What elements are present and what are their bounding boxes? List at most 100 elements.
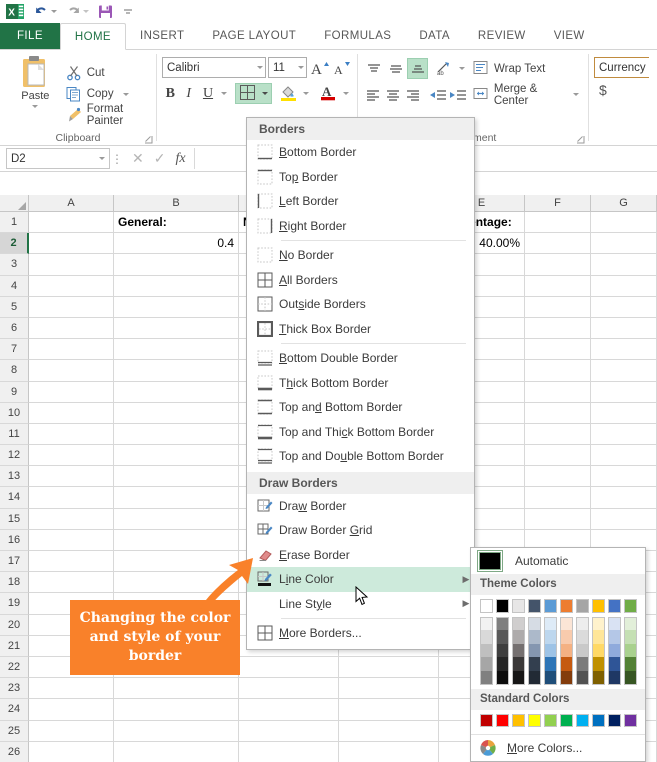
cell-A9[interactable] <box>29 381 114 403</box>
cell-A5[interactable] <box>29 296 114 318</box>
tab-file[interactable]: FILE <box>0 23 60 49</box>
cell-B2[interactable]: 0.4 <box>114 233 239 255</box>
select-all-corner[interactable] <box>0 195 29 211</box>
menu-item-top-and-double-bottom-border[interactable]: Top and Double Bottom Border <box>247 444 474 469</box>
name-box[interactable]: D2 <box>6 148 110 169</box>
theme-variant-swatch-0-8[interactable] <box>607 616 621 631</box>
theme-variant-swatch-4-1[interactable] <box>495 670 510 685</box>
theme-variant-swatch-0-7[interactable] <box>591 616 606 631</box>
cell-G12[interactable] <box>591 445 657 467</box>
standard-color-swatch-2[interactable] <box>511 713 526 728</box>
cell-F10[interactable] <box>525 402 591 424</box>
menu-item-draw-border[interactable]: Draw Border <box>247 494 474 519</box>
theme-variant-swatch-4-5[interactable] <box>559 670 574 685</box>
font-size-input[interactable]: 11 <box>268 57 308 78</box>
font-name-input[interactable]: Calibri <box>162 57 266 78</box>
theme-variant-swatch-4-9[interactable] <box>623 670 637 685</box>
theme-variant-swatch-3-3[interactable] <box>527 657 542 671</box>
cell-B7[interactable] <box>114 339 239 361</box>
theme-variant-swatch-0-9[interactable] <box>623 616 637 631</box>
standard-color-swatch-0[interactable] <box>480 713 494 728</box>
cell-G11[interactable] <box>591 423 657 446</box>
row-header-15[interactable]: 15 <box>0 508 29 530</box>
cell-G1[interactable] <box>591 212 657 234</box>
cell-F11[interactable] <box>525 423 591 446</box>
theme-variant-swatch-1-8[interactable] <box>607 630 621 644</box>
column-header-a[interactable]: A <box>29 195 114 211</box>
orientation-dropdown-icon[interactable] <box>455 67 468 70</box>
theme-variant-swatch-0-6[interactable] <box>575 616 590 631</box>
more-colors-button[interactable]: More Colors... <box>471 734 645 761</box>
tab-data[interactable]: DATA <box>405 23 464 49</box>
cell-G10[interactable] <box>591 402 657 424</box>
row-header-24[interactable]: 24 <box>0 699 29 721</box>
cell-A11[interactable] <box>29 423 114 446</box>
align-bottom-button[interactable] <box>407 58 428 79</box>
theme-variant-swatch-2-8[interactable] <box>607 643 621 658</box>
cell-G14[interactable] <box>591 487 657 509</box>
cell-F9[interactable] <box>525 381 591 403</box>
cell-B10[interactable] <box>114 402 239 424</box>
cell-B4[interactable] <box>114 275 239 297</box>
menu-item-right-border[interactable]: Right Border <box>247 214 474 239</box>
cell-C26[interactable] <box>239 741 339 762</box>
cell-B26[interactable] <box>114 741 239 762</box>
column-header-f[interactable]: F <box>525 195 591 211</box>
align-left-button[interactable] <box>363 84 382 105</box>
cell-A15[interactable] <box>29 508 114 530</box>
theme-variant-swatch-4-6[interactable] <box>575 670 590 685</box>
cell-B14[interactable] <box>114 487 239 509</box>
standard-color-swatch-7[interactable] <box>591 713 606 728</box>
automatic-color-swatch[interactable] <box>477 550 503 572</box>
menu-item-bottom-border[interactable]: Bottom Border <box>247 140 474 165</box>
theme-variant-swatch-4-2[interactable] <box>511 670 526 685</box>
paste-dropdown-icon[interactable] <box>32 105 39 108</box>
cell-C22[interactable] <box>239 656 339 679</box>
theme-variant-swatch-0-4[interactable] <box>543 616 558 631</box>
menu-item-outside-borders[interactable]: Outside Borders <box>247 292 474 317</box>
italic-button[interactable]: I <box>181 83 198 104</box>
theme-variant-swatch-0-0[interactable] <box>480 616 494 631</box>
cell-G5[interactable] <box>591 296 657 318</box>
cell-A16[interactable] <box>29 529 114 551</box>
cell-F1[interactable] <box>525 212 591 234</box>
merge-center-dropdown-icon[interactable] <box>572 93 579 96</box>
cell-G7[interactable] <box>591 339 657 361</box>
cut-button[interactable]: Cut <box>66 63 151 83</box>
theme-variant-swatch-3-6[interactable] <box>575 657 590 671</box>
row-header-1[interactable]: 1 <box>0 212 29 234</box>
cell-C24[interactable] <box>239 699 339 721</box>
customize-quick-access-button[interactable] <box>122 6 134 18</box>
theme-variant-swatch-3-8[interactable] <box>607 657 621 671</box>
font-color-dropdown-icon[interactable] <box>339 92 352 95</box>
cell-B23[interactable] <box>114 678 239 700</box>
theme-variant-swatch-0-5[interactable] <box>559 616 574 631</box>
tab-home[interactable]: HOME <box>59 23 126 50</box>
automatic-color-option[interactable]: Automatic <box>471 548 645 574</box>
name-box-dropdown-icon[interactable] <box>99 157 105 160</box>
cell-F3[interactable] <box>525 254 591 276</box>
row-header-22[interactable]: 22 <box>0 656 29 679</box>
cell-A14[interactable] <box>29 487 114 509</box>
theme-variant-swatch-1-7[interactable] <box>591 630 606 644</box>
underline-split-button[interactable]: U <box>199 83 230 104</box>
cell-G4[interactable] <box>591 275 657 297</box>
row-header-12[interactable]: 12 <box>0 445 29 467</box>
theme-variant-swatch-1-5[interactable] <box>559 630 574 644</box>
row-header-20[interactable]: 20 <box>0 614 29 636</box>
cell-A3[interactable] <box>29 254 114 276</box>
decrease-indent-button[interactable] <box>429 84 448 105</box>
orientation-split-button[interactable]: ab <box>434 58 468 79</box>
fill-color-split-button[interactable] <box>277 83 312 104</box>
cell-B9[interactable] <box>114 381 239 403</box>
theme-color-swatch-2[interactable] <box>511 599 526 613</box>
cell-F2[interactable] <box>525 233 591 255</box>
row-header-25[interactable]: 25 <box>0 720 29 742</box>
cell-G13[interactable] <box>591 466 657 488</box>
menu-item-thick-box-border[interactable]: Thick Box Border <box>247 317 474 342</box>
theme-color-swatch-3[interactable] <box>527 599 542 613</box>
menu-item-left-border[interactable]: Left Border <box>247 189 474 214</box>
theme-variant-swatch-1-9[interactable] <box>623 630 637 644</box>
cancel-formula-button[interactable]: ✕ <box>132 150 144 167</box>
font-color-split-button[interactable]: A <box>317 83 352 104</box>
